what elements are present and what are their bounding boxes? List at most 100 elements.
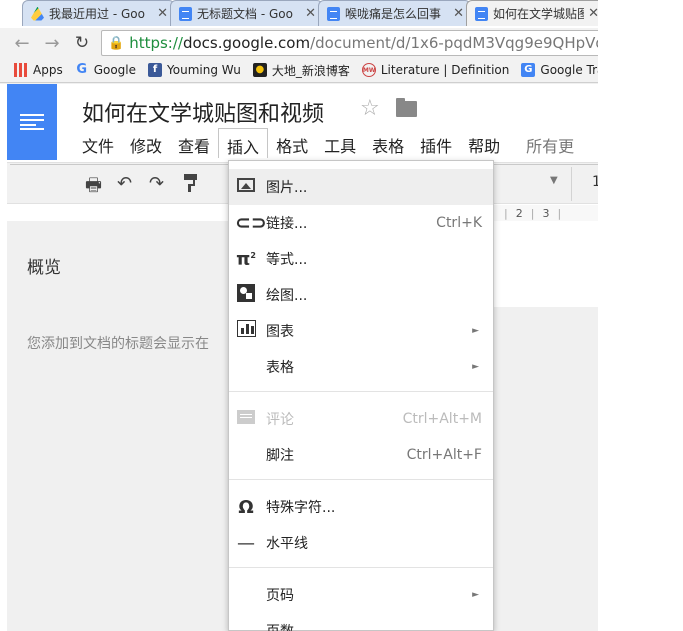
tab-title: 如何在文学城贴图 xyxy=(493,7,585,21)
tab-sore-throat[interactable]: 喉咙痛是怎么回事 ✕ xyxy=(318,0,471,26)
outline-hint: 您添加到文档的标题会显示在 xyxy=(27,336,209,352)
doc-icon xyxy=(475,6,488,21)
image-icon xyxy=(235,177,257,197)
bookmark-label: 大地_新浪博客 xyxy=(271,63,350,78)
bookmark-label: Youming Wu xyxy=(167,63,241,77)
menu-item-footnote[interactable]: 脚注 Ctrl+Alt+F xyxy=(229,437,493,473)
menu-format[interactable]: 格式 xyxy=(268,128,316,158)
facebook-icon: f xyxy=(148,63,163,77)
close-icon[interactable]: ✕ xyxy=(453,6,464,21)
doc-icon xyxy=(327,6,340,21)
tab-current[interactable]: 如何在文学城贴图 ✕ xyxy=(466,0,598,26)
bookmark-literature[interactable]: MW Literature | Definition xyxy=(361,63,510,77)
undo-icon[interactable]: ↶ xyxy=(117,173,132,194)
doc-icon xyxy=(179,6,192,21)
menu-item-table[interactable]: 表格 ► xyxy=(229,349,493,385)
chart-icon xyxy=(235,320,257,342)
google-icon: G xyxy=(76,62,88,77)
toolbar-divider xyxy=(571,167,572,201)
menu-help[interactable]: 帮助 xyxy=(460,128,508,158)
menu-file[interactable]: 文件 xyxy=(74,128,122,158)
menu-item-page-count[interactable]: 页数 xyxy=(229,613,493,631)
docs-logo-icon[interactable] xyxy=(7,84,57,160)
outline-panel: 概览 您添加到文档的标题会显示在 xyxy=(7,221,227,631)
lock-icon: 🔒 xyxy=(108,35,125,51)
menu-item-link[interactable]: ⊂⊃ 链接... Ctrl+K xyxy=(229,205,493,241)
bookmark-apps[interactable]: Apps xyxy=(14,63,63,77)
bookmark-facebook[interactable]: f Youming Wu xyxy=(148,63,241,77)
close-icon[interactable]: ✕ xyxy=(157,6,168,21)
tab-untitled[interactable]: 无标题文档 - Goo ✕ xyxy=(170,0,323,26)
menu-divider xyxy=(229,391,493,392)
paint-format-icon[interactable] xyxy=(183,173,197,192)
menu-item-equation[interactable]: π2 等式... xyxy=(229,241,493,277)
document-page[interactable] xyxy=(494,221,598,307)
outline-title: 概览 xyxy=(27,258,61,278)
tab-recent[interactable]: 我最近用过 - Goo ✕ xyxy=(22,0,175,26)
url-bar[interactable]: 🔒 https://docs.google.com/document/d/1x6… xyxy=(101,30,598,56)
print-icon[interactable]: 🖶 xyxy=(85,173,102,203)
document-title[interactable]: 如何在文学城贴图和视频 xyxy=(82,96,324,128)
bookmark-label: Google Trans xyxy=(540,63,598,77)
ruler: | 2 | 3 | xyxy=(494,205,598,221)
bookmark-sina[interactable]: ● 大地_新浪博客 xyxy=(252,62,350,79)
bookmark-label: Literature | Definition xyxy=(380,63,510,77)
menu-item-special-characters[interactable]: Ω 特殊字符... xyxy=(229,489,493,525)
horizontal-line-icon: — xyxy=(237,532,255,554)
menu-item-comment[interactable]: 评论 Ctrl+Alt+M xyxy=(229,401,493,437)
mw-icon: MW xyxy=(361,63,376,77)
menu-tools[interactable]: 工具 xyxy=(316,128,364,158)
tab-title: 无标题文档 - Goo xyxy=(197,7,293,21)
tab-title: 我最近用过 - Goo xyxy=(49,7,145,21)
menu-item-label: 页码 xyxy=(266,588,294,604)
apps-icon xyxy=(14,63,28,77)
menu-item-drawing[interactable]: 绘图... xyxy=(229,277,493,313)
ruler-mark: 3 xyxy=(542,206,550,220)
menu-item-label: 评论 xyxy=(266,412,294,428)
bookmark-translate[interactable]: G Google Trans xyxy=(521,63,598,77)
menu-view[interactable]: 查看 xyxy=(170,128,218,158)
star-icon[interactable]: ☆ xyxy=(360,96,380,121)
menu-item-label: 特殊字符... xyxy=(266,500,336,516)
menu-item-label: 图表 xyxy=(266,324,294,340)
menu-item-horizontal-line[interactable]: — 水平线 xyxy=(229,525,493,561)
menu-addons[interactable]: 插件 xyxy=(412,128,460,158)
bookmark-label: Apps xyxy=(33,63,63,77)
submenu-arrow-icon: ► xyxy=(472,326,479,336)
all-changes-saved[interactable]: 所有更 xyxy=(518,128,582,158)
bookmarks-bar: Apps G Google f Youming Wu ● 大地_新浪博客 MW Lite… xyxy=(0,58,598,83)
menu-item-chart[interactable]: 图表 ► xyxy=(229,313,493,349)
close-icon[interactable]: ✕ xyxy=(588,6,598,21)
redo-icon[interactable]: ↷ xyxy=(149,173,164,194)
menu-item-label: 链接... xyxy=(266,216,308,232)
menu-item-label: 等式... xyxy=(266,252,308,268)
menu-item-shortcut: Ctrl+K xyxy=(436,215,482,231)
folder-icon[interactable] xyxy=(396,98,417,117)
menu-divider xyxy=(229,479,493,480)
close-icon[interactable]: ✕ xyxy=(305,6,316,21)
menu-item-label: 表格 xyxy=(266,360,294,376)
link-icon: ⊂⊃ xyxy=(235,212,267,234)
reload-icon[interactable]: ↻ xyxy=(70,33,94,53)
chevron-down-icon[interactable]: ▼ xyxy=(550,175,558,186)
bookmark-label: Google xyxy=(93,63,137,77)
drawing-icon xyxy=(235,283,257,307)
menu-edit[interactable]: 修改 xyxy=(122,128,170,158)
omega-icon: Ω xyxy=(238,496,254,518)
menu-item-label: 脚注 xyxy=(266,448,294,464)
menu-bar: 文件 修改 查看 插入 格式 工具 表格 插件 帮助 所有更 xyxy=(74,128,582,158)
url-host: docs.google.com xyxy=(182,34,311,52)
tab-strip: 我最近用过 - Goo ✕ 无标题文档 - Goo ✕ 喉咙痛是怎么回事 ✕ 如… xyxy=(0,0,598,28)
menu-table[interactable]: 表格 xyxy=(364,128,412,158)
font-size-field[interactable]: 1 xyxy=(592,174,598,190)
url-path: /document/d/1x6-pqdM3Vqg9e9QHpVd6N xyxy=(310,34,598,52)
bookmark-google[interactable]: G Google xyxy=(75,62,137,78)
forward-icon[interactable]: → xyxy=(40,33,64,54)
back-icon[interactable]: ← xyxy=(10,33,34,54)
menu-item-shortcut: Ctrl+Alt+F xyxy=(406,447,482,463)
menu-insert[interactable]: 插入 xyxy=(218,128,269,158)
menu-item-page-number[interactable]: 页码 ► xyxy=(229,577,493,613)
submenu-arrow-icon: ► xyxy=(472,590,479,600)
menu-item-label: 水平线 xyxy=(266,536,308,552)
menu-item-image[interactable]: 图片... xyxy=(229,169,493,205)
